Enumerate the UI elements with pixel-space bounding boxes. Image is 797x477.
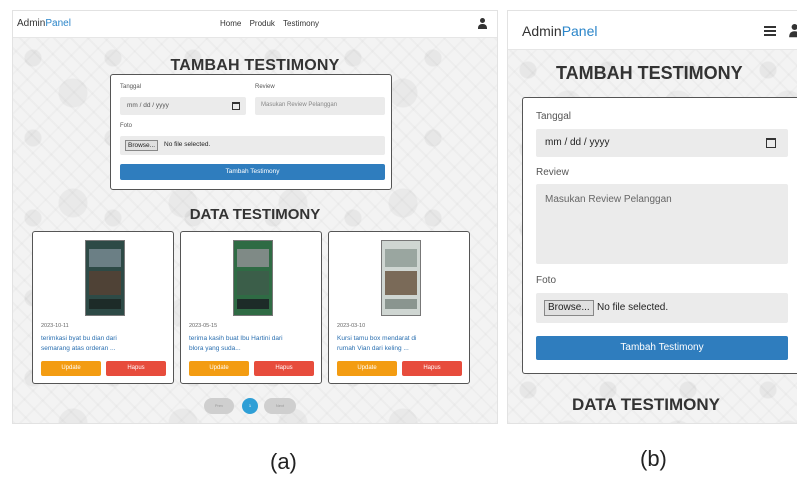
page-title: TAMBAH TESTIMONY — [170, 57, 340, 74]
testimony-form: Tanggal mm / dd / yyyy Review Masukan Re… — [522, 97, 797, 374]
testimony-photo — [381, 240, 421, 316]
nav-links: Home Produk Testimony — [220, 19, 325, 28]
testimony-photo — [233, 240, 273, 316]
nav-link-produk[interactable]: Produk — [250, 19, 275, 28]
desktop-screenshot: AdminPanel Home Produk Testimony TAMBAH … — [12, 10, 498, 424]
submit-button[interactable]: Tambah Testimony — [120, 164, 385, 180]
update-button[interactable]: Update — [337, 361, 397, 376]
review-label: Review — [255, 84, 275, 90]
caption-a: (a) — [270, 449, 297, 474]
review-label: Review — [536, 167, 569, 178]
review-input[interactable]: Masukan Review Pelanggan — [255, 97, 385, 115]
card-text-line: terima kasih buat Ibu Hartini dari — [189, 335, 283, 342]
calendar-icon[interactable] — [232, 102, 240, 110]
testimony-card: 2023-03-10 Kursi tamu box mendarat di rum… — [328, 231, 470, 384]
navbar: AdminPanel Home Produk Testimony — [13, 11, 497, 38]
card-date: 2023-05-15 — [189, 323, 218, 329]
card-text-line: terimkasi byat bu dian dari — [41, 335, 117, 342]
user-icon[interactable] — [788, 24, 797, 38]
card-text[interactable]: terima kasih buat Ibu Hartini dari blora … — [189, 334, 313, 353]
card-date: 2023-03-10 — [337, 323, 366, 329]
file-status: No file selected. — [164, 141, 211, 148]
update-button[interactable]: Update — [41, 361, 101, 376]
card-date: 2023-10-11 — [41, 323, 69, 329]
testimony-form: Tanggal mm / dd / yyyy Review Masukan Re… — [110, 74, 392, 190]
card-text[interactable]: terimkasi byat bu dian dari semarang atas… — [41, 334, 165, 353]
delete-button[interactable]: Hapus — [402, 361, 462, 376]
brand-accent: Panel — [561, 23, 598, 39]
file-status: No file selected. — [597, 302, 669, 313]
prev-page-button[interactable]: Prev — [204, 398, 234, 414]
caption-b: (b) — [640, 446, 667, 471]
submit-button[interactable]: Tambah Testimony — [536, 336, 788, 360]
date-value: mm / dd / yyyy — [545, 137, 610, 148]
date-input[interactable]: mm / dd / yyyy — [120, 97, 246, 115]
mobile-screenshot: AdminPanel TAMBAH TESTIMONY Tanggal mm /… — [507, 10, 797, 424]
calendar-icon[interactable] — [766, 138, 776, 148]
page-title: TAMBAH TESTIMONY — [556, 63, 743, 83]
update-button[interactable]: Update — [189, 361, 249, 376]
review-placeholder: Masukan Review Pelanggan — [545, 194, 672, 205]
testimony-card: 2023-05-15 terima kasih buat Ibu Hartini… — [180, 231, 322, 384]
date-label: Tanggal — [120, 84, 142, 90]
brand-accent: Panel — [45, 18, 71, 29]
brand-logo[interactable]: AdminPanel — [17, 18, 71, 29]
data-title: DATA TESTIMONY — [572, 395, 720, 414]
date-label: Tanggal — [536, 111, 572, 122]
brand-prefix: Admin — [522, 23, 562, 39]
brand-prefix: Admin — [17, 18, 46, 29]
delete-button[interactable]: Hapus — [254, 361, 314, 376]
date-input[interactable]: mm / dd / yyyy — [536, 129, 788, 157]
testimony-photo — [85, 240, 125, 316]
card-text-line: Kursi tamu box mendarat di — [337, 335, 417, 342]
browse-button[interactable]: Browse... — [544, 300, 594, 316]
navbar: AdminPanel — [508, 11, 797, 50]
nav-link-home[interactable]: Home — [220, 19, 241, 28]
brand-logo[interactable]: AdminPanel — [522, 23, 598, 39]
card-text-line: semarang atas orderan ... — [41, 344, 116, 352]
photo-label: Foto — [536, 275, 557, 286]
review-textarea[interactable]: Masukan Review Pelanggan — [536, 184, 788, 264]
hamburger-menu-icon[interactable] — [764, 26, 776, 36]
delete-button[interactable]: Hapus — [106, 361, 166, 376]
review-placeholder: Masukan Review Pelanggan — [261, 102, 338, 108]
nav-link-testimony[interactable]: Testimony — [283, 19, 319, 28]
photo-file-input[interactable]: Browse... No file selected. — [536, 293, 788, 323]
browse-button[interactable]: Browse... — [125, 140, 159, 151]
photo-label: Foto — [120, 123, 133, 129]
next-page-button[interactable]: Next — [264, 398, 296, 414]
testimony-card: 2023-10-11 terimkasi byat bu dian dari se… — [32, 231, 174, 384]
card-text[interactable]: Kursi tamu box mendarat di rumah Vian dar… — [337, 334, 461, 353]
card-text-line: blora yang suda... — [189, 344, 241, 352]
user-icon[interactable] — [477, 18, 487, 29]
card-text-line: rumah Vian dari keling ... — [337, 344, 409, 352]
photo-file-input[interactable]: Browse... No file selected. — [120, 136, 385, 155]
page-1-button[interactable]: 1 — [242, 398, 258, 414]
data-title: DATA TESTIMONY — [189, 206, 321, 223]
date-value: mm / dd / yyyy — [127, 102, 169, 109]
